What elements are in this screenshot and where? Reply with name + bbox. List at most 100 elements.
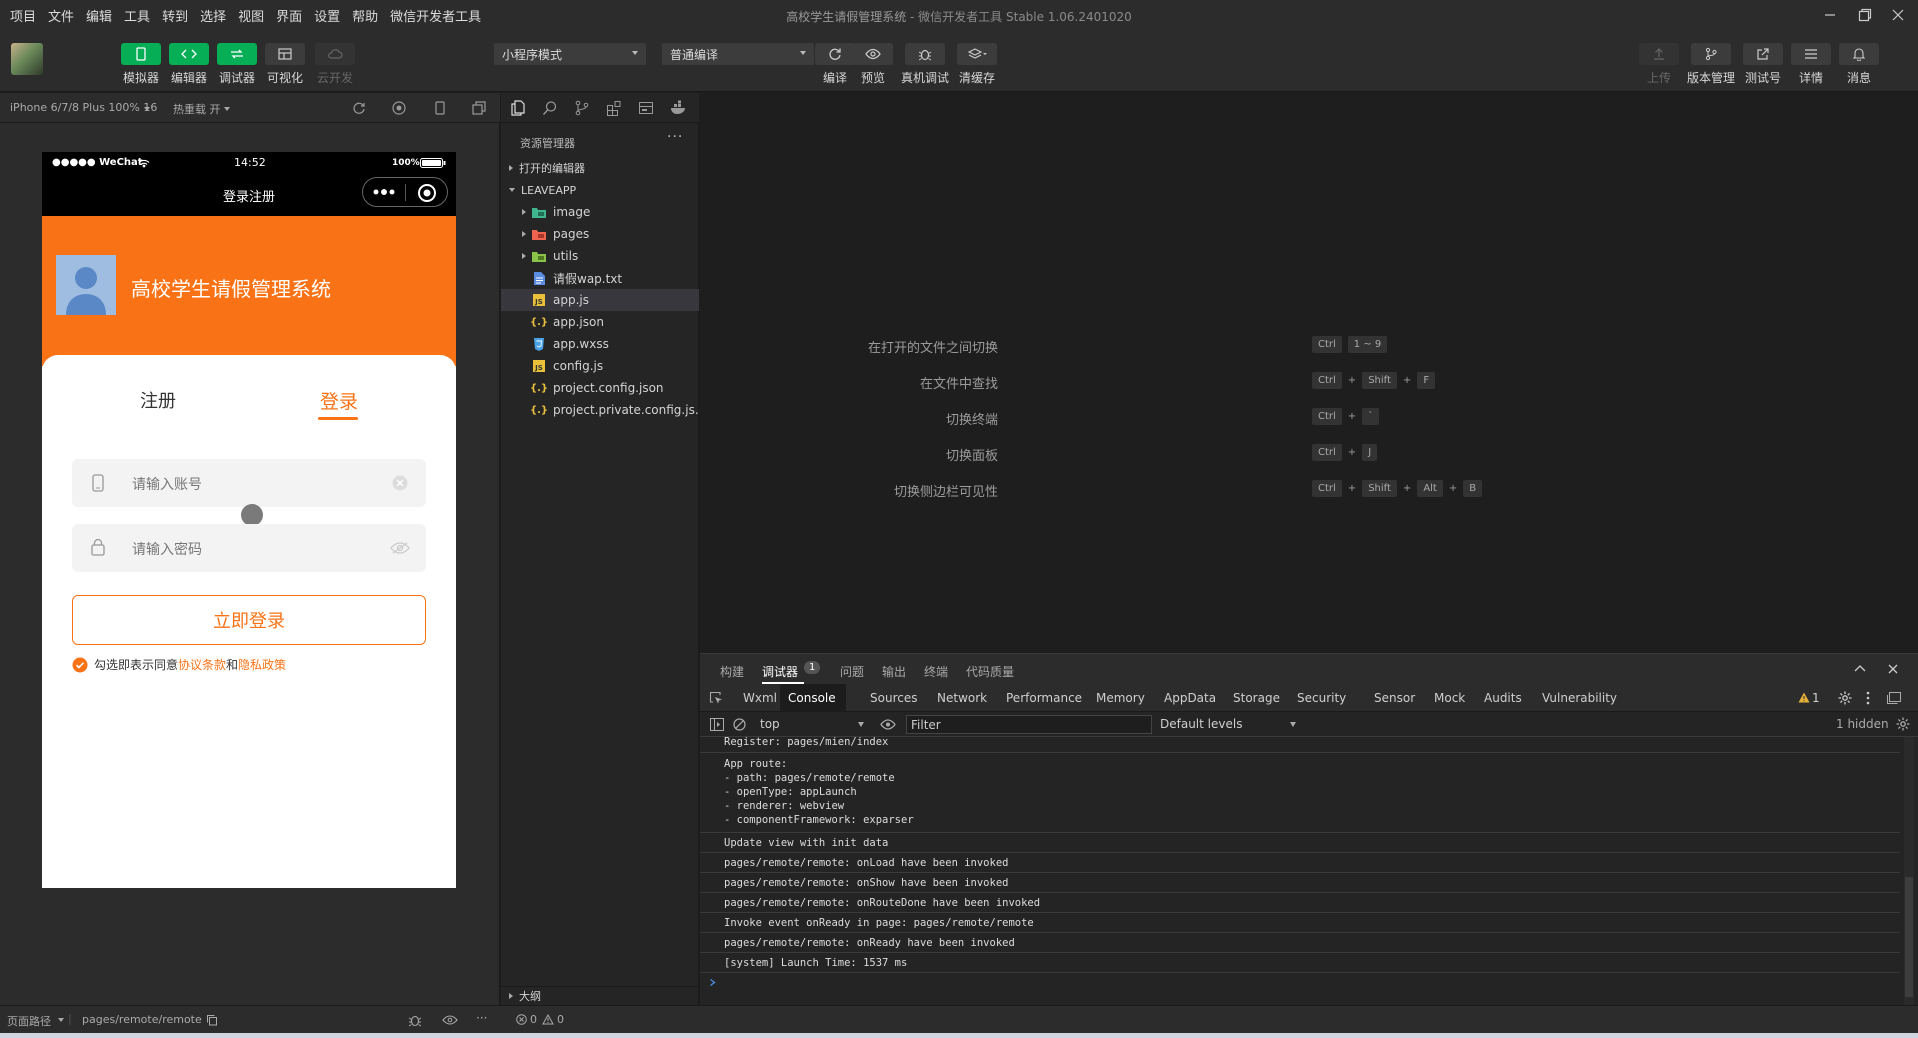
phone-icon[interactable]	[434, 101, 446, 115]
levels-select[interactable]: Default levels	[1160, 717, 1242, 731]
compile-select[interactable]: 普通编译	[662, 43, 814, 65]
more-icon[interactable]: ···	[476, 1011, 487, 1025]
warning-icon[interactable]	[542, 1014, 554, 1025]
files-icon[interactable]	[510, 100, 526, 116]
eye-icon[interactable]	[880, 719, 896, 730]
devtools-tab-wxml[interactable]: Wxml	[743, 691, 777, 705]
rotate-icon[interactable]	[352, 101, 366, 115]
privacy-link[interactable]: 隐私政策	[238, 656, 286, 673]
clear-console-icon[interactable]	[733, 718, 746, 731]
devtools-tab-console[interactable]: Console	[788, 691, 836, 705]
devtools-tab-sources[interactable]: Sources	[870, 691, 917, 705]
menu-project[interactable]: 项目	[8, 6, 38, 25]
simulator-button[interactable]: 模拟器	[118, 43, 164, 86]
warning-count[interactable]: 0	[557, 1013, 564, 1026]
devtools-tab-audits[interactable]: Audits	[1484, 691, 1522, 705]
inspect-icon[interactable]	[709, 691, 723, 705]
clear-input-icon[interactable]	[392, 475, 408, 491]
tree-file-app-wxss[interactable]: app.wxss	[501, 333, 699, 355]
menu-select[interactable]: 选择	[198, 6, 228, 25]
devtools-tab-mock[interactable]: Mock	[1434, 691, 1465, 705]
login-button[interactable]: 立即登录	[72, 595, 426, 645]
editor-button[interactable]: 编辑器	[166, 43, 212, 86]
search-icon[interactable]	[542, 100, 558, 116]
close-window-button[interactable]	[1878, 3, 1918, 27]
devtools-tab-sensor[interactable]: Sensor	[1374, 691, 1415, 705]
new-window-icon[interactable]	[472, 101, 486, 115]
sidebar-toggle-icon[interactable]	[710, 718, 724, 731]
outline-section[interactable]: 大纲	[501, 986, 699, 1005]
hide-password-icon[interactable]	[390, 541, 410, 555]
explorer-more-icon[interactable]: ···	[667, 129, 683, 145]
debugger-button[interactable]: 调试器	[214, 43, 260, 86]
tab-code-quality[interactable]: 代码质量	[966, 663, 1014, 680]
menu-edit[interactable]: 编辑	[84, 6, 114, 25]
gear-icon[interactable]	[1896, 717, 1910, 731]
tab-debugger[interactable]: 调试器	[762, 663, 798, 680]
terms-link[interactable]: 协议条款	[178, 656, 226, 673]
panel-icon[interactable]	[638, 100, 654, 116]
tab-output[interactable]: 输出	[882, 663, 906, 680]
remote-debug-button[interactable]: 真机调试	[901, 43, 949, 86]
version-button[interactable]: 版本管理	[1687, 43, 1735, 86]
tree-file-app-js[interactable]: JS app.js	[501, 289, 699, 311]
scrollbar-thumb[interactable]	[1905, 877, 1913, 997]
tree-file-project-private-config[interactable]: {.} project.private.config.js...	[501, 399, 699, 421]
tree-folder-pages[interactable]: pages	[501, 223, 699, 245]
details-button[interactable]: 详情	[1788, 43, 1834, 86]
dock-icon[interactable]	[1886, 691, 1902, 705]
open-editors-section[interactable]: 打开的编辑器	[501, 157, 699, 179]
messages-button[interactable]: 消息	[1836, 43, 1882, 86]
checkbox-checked-icon[interactable]	[72, 657, 88, 673]
devtools-tab-appdata[interactable]: AppData	[1164, 691, 1216, 705]
menu-help[interactable]: 帮助	[350, 6, 380, 25]
tree-file-txt[interactable]: 请假wap.txt	[501, 267, 699, 289]
more-icon[interactable]	[373, 189, 395, 195]
close-icon[interactable]	[1888, 664, 1898, 674]
devtools-tab-network[interactable]: Network	[937, 691, 987, 705]
devtools-tab-memory[interactable]: Memory	[1096, 691, 1145, 705]
menu-interface[interactable]: 界面	[274, 6, 304, 25]
clear-cache-button[interactable]: 清缓存	[954, 43, 1000, 86]
capsule-menu[interactable]	[362, 177, 448, 207]
menu-wechat-devtools[interactable]: 微信开发者工具	[388, 6, 483, 25]
tree-folder-image[interactable]: image	[501, 201, 699, 223]
extensions-icon[interactable]	[606, 100, 622, 116]
gear-icon[interactable]	[1838, 691, 1852, 705]
device-select[interactable]: iPhone 6/7/8 Plus 100% 16	[10, 101, 157, 114]
chevron-up-icon[interactable]	[1854, 664, 1866, 674]
filter-input[interactable]: Filter	[906, 715, 1152, 734]
devtools-tab-security[interactable]: Security	[1297, 691, 1346, 705]
minimize-button[interactable]	[1810, 3, 1850, 27]
menu-view[interactable]: 视图	[236, 6, 266, 25]
menu-goto[interactable]: 转到	[160, 6, 190, 25]
tree-file-config-js[interactable]: JS config.js	[501, 355, 699, 377]
menu-settings[interactable]: 设置	[312, 6, 342, 25]
hotreload-toggle[interactable]: 热重载 开	[173, 101, 221, 117]
mode-select[interactable]: 小程序模式	[494, 43, 646, 65]
close-miniprogram-icon[interactable]	[417, 183, 437, 203]
tree-file-project-config[interactable]: {.} project.config.json	[501, 377, 699, 399]
more-vertical-icon[interactable]	[1866, 691, 1870, 705]
menu-file[interactable]: 文件	[46, 6, 76, 25]
visual-button[interactable]: 可视化	[262, 43, 308, 86]
account-input[interactable]: 请输入账号	[72, 459, 426, 507]
tab-problems[interactable]: 问题	[840, 663, 864, 680]
docker-icon[interactable]	[670, 100, 688, 116]
context-select[interactable]: top	[754, 715, 868, 734]
console-scrollbar[interactable]	[1904, 737, 1914, 1006]
password-input[interactable]: 请输入密码	[72, 524, 426, 572]
menu-tools[interactable]: 工具	[122, 6, 152, 25]
tab-login[interactable]: 登录	[320, 387, 358, 414]
devtools-tab-storage[interactable]: Storage	[1233, 691, 1280, 705]
source-control-icon[interactable]	[574, 100, 590, 116]
console-prompt-icon[interactable]	[709, 978, 717, 987]
tab-build[interactable]: 构建	[720, 663, 744, 680]
tab-register[interactable]: 注册	[140, 387, 176, 413]
tab-terminal[interactable]: 终端	[924, 663, 948, 680]
error-icon[interactable]	[516, 1014, 527, 1025]
devtools-tab-performance[interactable]: Performance	[1006, 691, 1082, 705]
bug-icon[interactable]	[408, 1013, 422, 1027]
eye-icon[interactable]	[442, 1015, 458, 1025]
cloud-button[interactable]: 云开发	[312, 43, 358, 86]
